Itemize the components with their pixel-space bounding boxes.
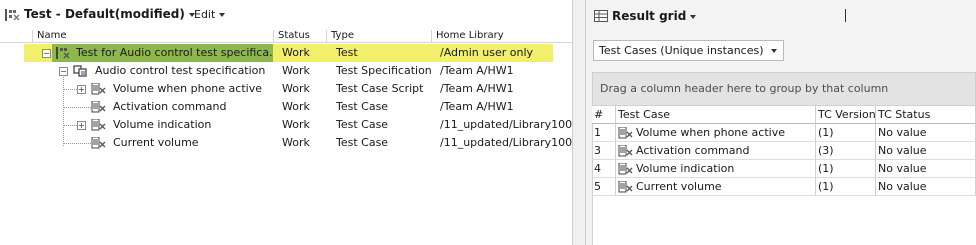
tree-item-library: /11_updated/Library100 <box>440 118 572 131</box>
grid-cell-test-case-text: Activation command <box>636 144 750 157</box>
test-icon <box>56 47 70 59</box>
view-select-value: Test Cases (Unique instances) <box>599 44 764 57</box>
test-case-icon <box>618 127 633 139</box>
tree-column-header: Name Status Type Home Library <box>0 30 572 43</box>
chevron-down-icon <box>690 14 697 19</box>
grid-cell-number: 1 <box>592 124 616 142</box>
collapse-toggle-icon[interactable]: − <box>42 49 51 58</box>
tree-row-test-case-script[interactable]: + Volume when phone active Work Test Cas… <box>0 80 572 98</box>
tree-item-name: Test for Audio control test specifica... <box>76 46 272 59</box>
test-case-icon <box>618 163 633 175</box>
expand-toggle-icon[interactable]: + <box>77 121 86 130</box>
grid-cell-tc-status: No value <box>876 160 976 178</box>
tree-item-status: Work <box>282 136 310 149</box>
edit-menu-label: Edit <box>194 8 216 21</box>
grid-cell-tc-version: (1) <box>816 178 876 196</box>
tree-item-name: Current volume <box>113 136 199 149</box>
tree-item-library: /11_updated/Library100 <box>440 136 572 149</box>
grid-header-tc-version[interactable]: TC Version <box>816 106 876 124</box>
grid-cell-test-case-text: Volume when phone active <box>636 126 785 139</box>
tree-item-name: Volume when phone active <box>113 82 262 95</box>
test-case-icon <box>618 181 633 193</box>
edit-menu-button[interactable]: Edit <box>194 8 226 21</box>
tree-item-type: Test <box>336 46 358 59</box>
column-header-name[interactable]: Name <box>32 30 272 43</box>
expand-toggle-icon[interactable]: + <box>77 85 86 94</box>
grid-cell-test-case: Activation command <box>616 142 816 160</box>
tree-item-type: Test Case <box>336 118 389 131</box>
tree-item-name: Volume indication <box>113 118 212 131</box>
test-tree-icon <box>5 9 20 21</box>
grid-cell-test-case: Volume indication <box>616 160 816 178</box>
grid-row[interactable]: 3 Activation command (3) No value <box>592 142 976 160</box>
tree-item-status: Work <box>282 82 310 95</box>
grid-row[interactable]: 4 Volume indication (1) No value <box>592 160 976 178</box>
tree-row-test-specification[interactable]: − Audio control test specification Work … <box>0 62 572 80</box>
column-header-type[interactable]: Type <box>326 30 431 43</box>
grid-row[interactable]: 5 Current volume (1) No value <box>592 178 976 196</box>
tree-item-library: /Admin user only <box>440 46 534 59</box>
tree-item-status: Work <box>282 100 310 113</box>
test-case-icon <box>91 119 106 131</box>
tree-item-status: Work <box>282 118 310 131</box>
group-by-hint: Drag a column header here to group by th… <box>600 82 889 95</box>
grid-header-test-case[interactable]: Test Case <box>616 106 816 124</box>
collapse-toggle-icon[interactable]: − <box>59 67 68 76</box>
tree-item-type: Test Case <box>336 136 389 149</box>
view-select-dropdown[interactable]: Test Cases (Unique instances) <box>593 40 784 61</box>
tree-item-library: /Team A/HW1 <box>440 82 514 95</box>
test-case-icon <box>91 137 106 149</box>
tree-item-library: /Team A/HW1 <box>440 100 514 113</box>
result-grid-icon <box>594 10 608 22</box>
grid-cell-tc-status: No value <box>876 124 976 142</box>
tree-item-type: Test Specification <box>336 64 432 77</box>
grid-row[interactable]: 1 Volume when phone active (1) No value <box>592 124 976 142</box>
grid-cell-tc-status: No value <box>876 178 976 196</box>
grid-cell-test-case: Current volume <box>616 178 816 196</box>
tree-item-library: /Team A/HW1 <box>440 64 514 77</box>
tree-title-dropdown[interactable]: Test - Default(modified) <box>24 7 195 21</box>
grid-cell-number: 3 <box>592 142 616 160</box>
grid-cell-tc-status: No value <box>876 142 976 160</box>
test-case-script-icon <box>91 83 106 95</box>
tree-row-test-case[interactable]: Current volume Work Test Case /11_update… <box>0 134 572 152</box>
chevron-down-icon <box>771 49 777 53</box>
text-cursor <box>845 9 846 22</box>
tree-item-name: Audio control test specification <box>95 64 266 77</box>
grid-cell-test-case: Volume when phone active <box>616 124 816 142</box>
column-header-home-library[interactable]: Home Library <box>431 30 572 43</box>
result-grid-title-dropdown[interactable]: Result grid <box>612 9 697 23</box>
tree-title: Test - Default(modified) <box>24 7 185 21</box>
grid-cell-tc-version: (1) <box>816 160 876 178</box>
tree-row-test[interactable]: − Test for Audio control test specifica.… <box>0 44 572 62</box>
grid-cell-test-case-text: Volume indication <box>636 162 735 175</box>
tree-item-name: Activation command <box>113 100 227 113</box>
grid-cell-tc-version: (3) <box>816 142 876 160</box>
tree-item-status: Work <box>282 46 310 59</box>
test-specification-icon <box>73 65 87 77</box>
grid-cell-tc-version: (1) <box>816 124 876 142</box>
tree-item-type: Test Case Script <box>336 82 424 95</box>
tree-row-test-case[interactable]: Activation command Work Test Case /Team … <box>0 98 572 116</box>
grid-header-tc-status[interactable]: TC Status <box>876 106 976 124</box>
grid-cell-number: 4 <box>592 160 616 178</box>
chevron-down-icon <box>219 13 226 17</box>
test-case-icon <box>91 101 106 113</box>
grid-header-number[interactable]: # <box>592 106 616 124</box>
tree-item-type: Test Case <box>336 100 389 113</box>
grid-cell-test-case-text: Current volume <box>636 180 722 193</box>
tree-row-test-case[interactable]: + Volume indication Work Test Case /11_u… <box>0 116 572 134</box>
result-grid-title: Result grid <box>612 9 687 23</box>
column-header-status[interactable]: Status <box>273 30 326 43</box>
pane-splitter[interactable] <box>572 0 586 245</box>
tree-item-status: Work <box>282 64 310 77</box>
test-case-icon <box>618 145 633 157</box>
grid-cell-number: 5 <box>592 178 616 196</box>
